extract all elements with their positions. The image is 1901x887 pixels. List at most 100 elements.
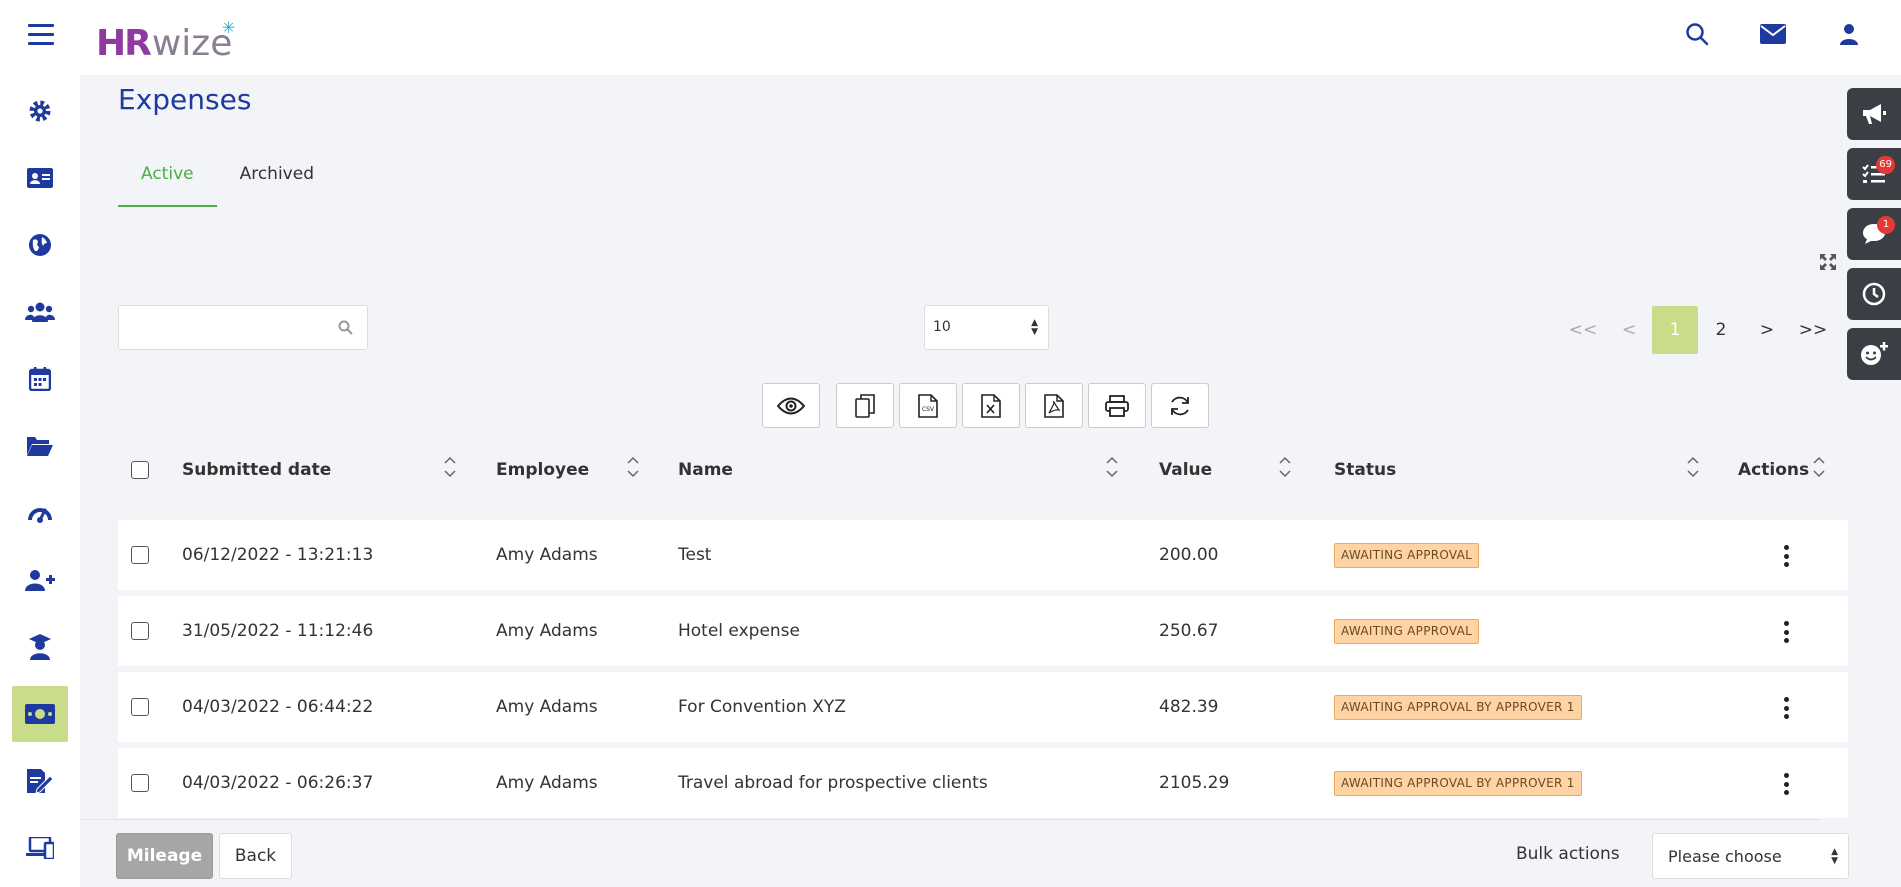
status-badge: AWAITING APPROVAL: [1334, 619, 1480, 644]
logo[interactable]: HR wize ✳: [96, 18, 235, 64]
row-date: 04/03/2022 - 06:44:22: [182, 697, 374, 717]
table-header: Submitted date Employee Name Value Statu…: [118, 445, 1848, 495]
id-card-icon[interactable]: [12, 150, 68, 206]
edit-document-icon[interactable]: [12, 753, 68, 809]
tab-archived[interactable]: Archived: [217, 157, 337, 207]
table-row[interactable]: 31/05/2022 - 11:12:46 Amy Adams Hotel ex…: [118, 596, 1848, 666]
users-icon[interactable]: [12, 284, 68, 340]
column-status[interactable]: Status: [1334, 445, 1396, 495]
add-user-icon[interactable]: [12, 552, 68, 608]
page-title: Expenses: [118, 83, 252, 116]
tab-bar: Active Archived: [118, 157, 337, 207]
sort-icon[interactable]: [626, 455, 640, 481]
settings-icon[interactable]: [12, 83, 68, 139]
row-checkbox[interactable]: [131, 546, 149, 564]
row-actions-menu-icon[interactable]: [1781, 773, 1791, 795]
devices-icon[interactable]: [12, 820, 68, 876]
refresh-icon[interactable]: [1151, 383, 1209, 428]
back-button[interactable]: Back: [219, 833, 292, 879]
page-first-button[interactable]: <<: [1560, 306, 1606, 354]
select-all-checkbox[interactable]: [131, 461, 149, 479]
select-arrows-icon: ▲ ▼: [1831, 847, 1838, 866]
table-row[interactable]: 04/03/2022 - 06:26:37 Amy Adams Travel a…: [118, 748, 1848, 818]
column-name[interactable]: Name: [678, 445, 733, 495]
row-value: 482.39: [1159, 697, 1219, 717]
logo-hr-text: HR: [96, 23, 152, 64]
row-value: 250.67: [1159, 621, 1219, 641]
row-name: For Convention XYZ: [678, 697, 846, 717]
status-badge: AWAITING APPROVAL BY APPROVER 1: [1334, 771, 1582, 796]
excel-icon[interactable]: [962, 383, 1020, 428]
add-emoji-icon[interactable]: [1847, 328, 1901, 380]
mail-icon[interactable]: [1759, 20, 1787, 48]
folder-open-icon[interactable]: [12, 418, 68, 474]
sort-icon[interactable]: [1278, 455, 1292, 481]
clock-icon[interactable]: [1847, 268, 1901, 320]
search-input[interactable]: [119, 306, 319, 349]
table-row[interactable]: 04/03/2022 - 06:44:22 Amy Adams For Conv…: [118, 672, 1848, 742]
row-actions-menu-icon[interactable]: [1781, 545, 1791, 567]
row-date: 06/12/2022 - 13:21:13: [182, 545, 374, 565]
tab-active[interactable]: Active: [118, 157, 217, 207]
row-date: 04/03/2022 - 06:26:37: [182, 773, 374, 793]
fullscreen-icon[interactable]: [1818, 252, 1838, 272]
page-last-button[interactable]: >>: [1790, 306, 1836, 354]
row-actions-menu-icon[interactable]: [1781, 697, 1791, 719]
page-1-button[interactable]: 1: [1652, 306, 1698, 354]
row-date: 31/05/2022 - 11:12:46: [182, 621, 374, 641]
select-arrows-icon: ▲ ▼: [1031, 318, 1038, 337]
footer-bar: Mileage Back Bulk actions Please choose …: [80, 819, 1849, 887]
menu-icon[interactable]: [28, 24, 54, 48]
chat-badge: 1: [1877, 216, 1895, 234]
eye-icon[interactable]: [762, 383, 820, 428]
dashboard-gauge-icon[interactable]: [12, 485, 68, 541]
column-employee[interactable]: Employee: [496, 445, 589, 495]
sort-icon[interactable]: [1105, 455, 1119, 481]
graduate-icon[interactable]: [12, 619, 68, 675]
row-name: Hotel expense: [678, 621, 800, 641]
export-toolbar: CSV: [762, 383, 1214, 428]
csv-icon[interactable]: CSV: [899, 383, 957, 428]
row-checkbox[interactable]: [131, 622, 149, 640]
top-bar: HR wize ✳: [0, 0, 1901, 75]
row-actions-menu-icon[interactable]: [1781, 621, 1791, 643]
row-employee: Amy Adams: [496, 621, 598, 641]
mileage-button[interactable]: Mileage: [116, 833, 213, 879]
copy-icon[interactable]: [836, 383, 894, 428]
tasks-icon[interactable]: 69: [1847, 148, 1901, 200]
status-badge: AWAITING APPROVAL BY APPROVER 1: [1334, 695, 1582, 720]
sort-icon[interactable]: [1686, 455, 1700, 481]
sort-icon[interactable]: [1812, 455, 1826, 481]
column-value[interactable]: Value: [1159, 445, 1212, 495]
globe-icon[interactable]: [12, 217, 68, 273]
search-icon[interactable]: [1683, 20, 1711, 48]
row-checkbox[interactable]: [131, 698, 149, 716]
user-icon[interactable]: [1835, 20, 1863, 48]
column-submitted-date[interactable]: Submitted date: [182, 445, 331, 495]
svg-text:CSV: CSV: [922, 406, 935, 413]
page-next-button[interactable]: >: [1744, 306, 1790, 354]
row-value: 200.00: [1159, 545, 1219, 565]
bulk-actions-select[interactable]: Please choose ▲ ▼: [1652, 833, 1849, 879]
sidebar: [0, 75, 80, 887]
pdf-icon[interactable]: [1025, 383, 1083, 428]
chat-icon[interactable]: 1: [1847, 208, 1901, 260]
page-size-select[interactable]: 10 ▲ ▼: [924, 305, 1049, 350]
row-name: Travel abroad for prospective clients: [678, 773, 988, 793]
column-actions: Actions: [1738, 460, 1810, 480]
search-icon[interactable]: [338, 320, 353, 340]
calendar-icon[interactable]: [12, 351, 68, 407]
bulk-actions-label: Bulk actions: [1516, 844, 1620, 864]
announcements-icon[interactable]: [1847, 88, 1901, 140]
sort-icon[interactable]: [443, 455, 457, 481]
page-prev-button[interactable]: <: [1606, 306, 1652, 354]
print-icon[interactable]: [1088, 383, 1146, 428]
tasks-badge: 69: [1876, 156, 1895, 174]
row-value: 2105.29: [1159, 773, 1230, 793]
page-2-button[interactable]: 2: [1698, 306, 1744, 354]
table-row[interactable]: 06/12/2022 - 13:21:13 Amy Adams Test 200…: [118, 520, 1848, 590]
money-icon[interactable]: [12, 686, 68, 742]
row-employee: Amy Adams: [496, 773, 598, 793]
row-employee: Amy Adams: [496, 545, 598, 565]
row-checkbox[interactable]: [131, 774, 149, 792]
